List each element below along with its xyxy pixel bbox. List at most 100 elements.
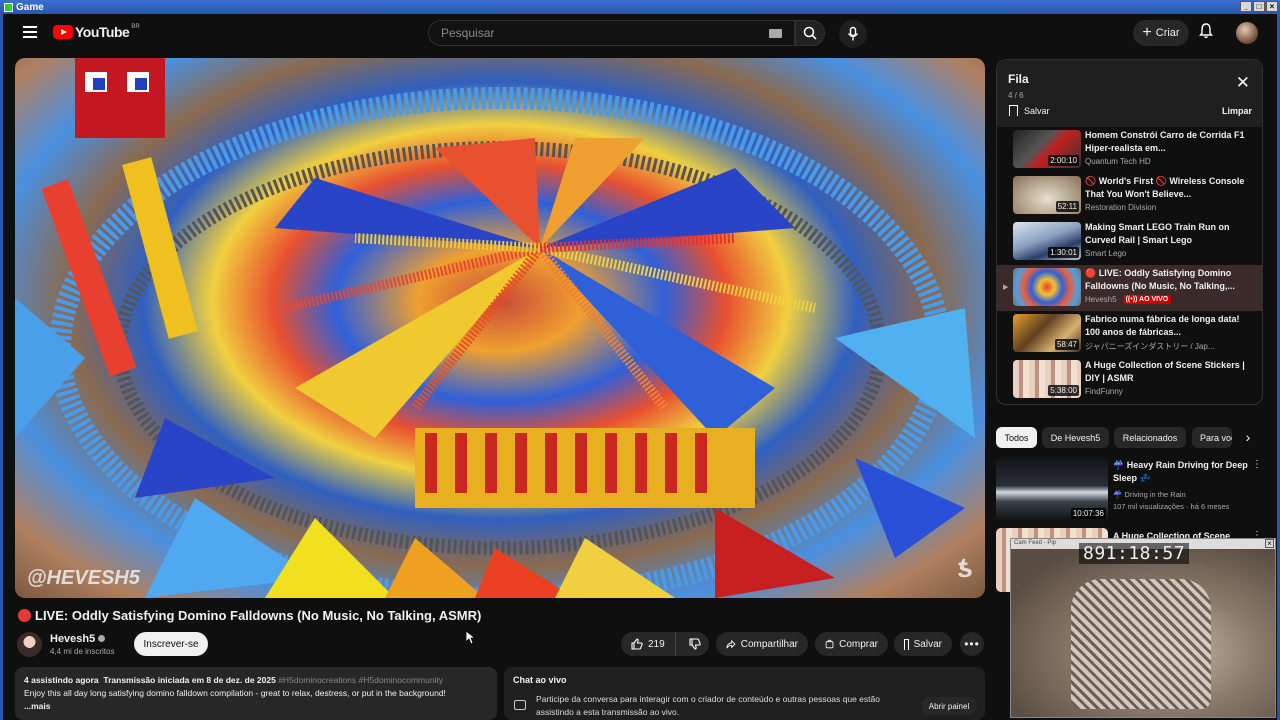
save-queue-label: Salvar	[1024, 105, 1050, 116]
video-watermark: @HEVESH5	[27, 567, 140, 589]
window-maximize-button[interactable]: □	[1253, 1, 1265, 12]
like-button[interactable]: 219	[621, 632, 676, 656]
shopping-bag-icon	[825, 639, 834, 649]
queue-thumbnail: 5:38:00	[1013, 360, 1081, 398]
queue-item-title: Making Smart LEGO Train Run on Curved Ra…	[1085, 222, 1230, 245]
channel-name[interactable]: Hevesh5	[50, 633, 106, 645]
share-label: Compartilhar	[740, 638, 798, 650]
masthead: YouTube BR + Criar	[3, 14, 1277, 52]
queue-item[interactable]: 58:47 Fabrico numa fábrica de longa data…	[997, 311, 1262, 357]
queue-thumbnail: 52:11	[1013, 176, 1081, 214]
chip-from-channel[interactable]: De Hevesh5	[1042, 427, 1109, 448]
buy-button[interactable]: Comprar	[815, 632, 888, 656]
queue-item-channel: ジャパニーズインダストリー / Jap...	[1085, 342, 1215, 351]
queue-item-title: Homem Constrói Carro de Corrida F1 Hiper…	[1085, 130, 1245, 153]
dislike-button[interactable]	[681, 632, 709, 656]
keyboard-icon[interactable]	[769, 29, 782, 38]
description-box[interactable]: 4 assistindo agora Transmissão iniciada …	[15, 667, 497, 720]
window-minimize-button[interactable]: _	[1240, 1, 1252, 12]
live-badge: ((•)) AO VIVO	[1122, 295, 1172, 304]
queue-item[interactable]: 5:38:00 A Huge Collection of Scene Stick…	[997, 357, 1262, 403]
live-chat-title: Chat ao vivo	[513, 675, 567, 685]
video-title: LIVE: Oddly Satisfying Domino Falldowns …	[18, 608, 481, 623]
window-title: Game	[16, 1, 44, 13]
search-icon	[803, 26, 817, 40]
video-title-text: LIVE: Oddly Satisfying Domino Falldowns …	[35, 608, 482, 623]
account-avatar[interactable]	[1236, 22, 1258, 44]
description-text: Enjoy this all day long satisfying domin…	[24, 688, 446, 698]
more-actions-icon[interactable]: •••	[960, 632, 984, 656]
description-more-link[interactable]: ...mais	[24, 700, 488, 713]
clear-queue-button[interactable]: Limpar	[1222, 106, 1252, 116]
search-input[interactable]	[429, 21, 749, 45]
overlay-title: Cam Feed - Pip	[1014, 540, 1057, 546]
camera-feed-image	[1011, 549, 1275, 717]
duration-badge: 52:11	[1055, 201, 1079, 212]
chat-bubble-icon	[514, 700, 526, 710]
queue-position: 4 / 6	[1008, 91, 1024, 100]
save-label: Salvar	[913, 638, 942, 650]
queue-item[interactable]: 1:30:01 Making Smart LEGO Train Run on C…	[997, 219, 1262, 265]
window-close-button[interactable]: ×	[1266, 1, 1278, 12]
video-player[interactable]: @HEVESH5 ƾ	[15, 58, 985, 598]
chip-all[interactable]: Todos	[996, 427, 1037, 448]
chip-for-you[interactable]: Para você	[1192, 427, 1232, 448]
chevron-right-icon[interactable]: ›	[1238, 427, 1258, 448]
recommended-thumbnail: 10:07:36	[996, 457, 1108, 521]
queue-item-channel: Smart Lego	[1085, 249, 1127, 258]
create-label: Criar	[1155, 27, 1180, 39]
open-chat-panel-button[interactable]: Abrir painel	[921, 697, 977, 715]
microphone-icon	[847, 26, 859, 41]
live-dot-icon	[18, 609, 31, 622]
stream-start-date: Transmissão iniciada em 8 de dez. de 202…	[103, 675, 276, 685]
like-dislike-group: 219	[621, 632, 709, 656]
channel-avatar[interactable]	[17, 632, 42, 657]
more-options-icon[interactable]: ⋮	[1252, 459, 1262, 470]
youtube-logo[interactable]: YouTube BR	[53, 24, 140, 40]
menu-icon[interactable]	[23, 26, 37, 38]
queue-item-current[interactable]: ▶ 🔴 LIVE: Oddly Satisfying Domino Falldo…	[997, 265, 1262, 311]
bookmark-icon	[1009, 105, 1018, 116]
queue-thumbnail	[1013, 268, 1081, 306]
buy-label: Comprar	[839, 638, 878, 650]
queue-panel: Fila 4 / 6 ✕ Salvar Limpar 2:00:10 Homem…	[996, 59, 1263, 405]
thumbs-up-icon	[631, 638, 643, 650]
logo-text: YouTube	[75, 24, 130, 40]
queue-item-channel: Restoration Division	[1085, 203, 1157, 212]
duration-badge: 5:38:00	[1048, 385, 1079, 396]
subscriber-count: 4,4 mi de inscritos	[50, 647, 115, 656]
voice-search-button[interactable]	[839, 20, 867, 48]
camera-overlay-window[interactable]: Cam Feed - Pip × 891:18:57	[1010, 538, 1276, 718]
search-box	[428, 20, 795, 46]
app-icon	[4, 2, 13, 12]
queue-item-channel: Hevesh5 ((•)) AO VIVO	[1085, 295, 1172, 304]
chip-related[interactable]: Relacionados	[1114, 427, 1186, 448]
close-queue-icon[interactable]: ✕	[1236, 74, 1250, 91]
domino-scene-art	[15, 58, 975, 598]
queue-thumbnail: 2:00:10	[1013, 130, 1081, 168]
queue-header: Fila 4 / 6 ✕ Salvar Limpar	[997, 60, 1262, 127]
save-queue-button[interactable]: Salvar	[1009, 105, 1050, 116]
overlay-close-icon[interactable]: ×	[1265, 539, 1274, 548]
watching-count: 4 assistindo agora	[24, 675, 99, 685]
live-chat-text: Participe da conversa para interagir com…	[536, 694, 880, 717]
notifications-bell-icon[interactable]	[1199, 23, 1213, 39]
save-video-button[interactable]: Salvar	[894, 632, 952, 656]
subscribe-button[interactable]: Inscrever-se	[134, 632, 208, 656]
search-button[interactable]	[795, 20, 825, 46]
queue-thumbnail: 58:47	[1013, 314, 1081, 352]
like-count: 219	[648, 638, 665, 650]
create-button[interactable]: + Criar	[1133, 20, 1189, 46]
queue-item-title: 🔴 LIVE: Oddly Satisfying Domino Falldown…	[1085, 268, 1235, 291]
queue-item[interactable]: 2:00:10 Homem Constrói Carro de Corrida …	[997, 127, 1262, 173]
recommended-channel: ☔ Driving in the Rain 107 mil visualizaç…	[1113, 489, 1263, 513]
recommended-item[interactable]: 10:07:36 ☔ Heavy Rain Driving for Deep S…	[996, 457, 1266, 523]
play-logo-icon	[53, 25, 73, 39]
plus-icon: +	[1142, 24, 1152, 41]
queue-item[interactable]: 52:11 🚫 World's First 🚫 Wireless Console…	[997, 173, 1262, 219]
queue-item-channel: Quantum Tech HD	[1085, 157, 1151, 166]
now-playing-icon: ▶	[1003, 284, 1009, 291]
description-tags[interactable]: #H5dominocreations #H5dominocommunity	[278, 675, 443, 685]
share-button[interactable]: Compartilhar	[716, 632, 808, 656]
elapsed-timer: 891:18:57	[1079, 543, 1190, 564]
